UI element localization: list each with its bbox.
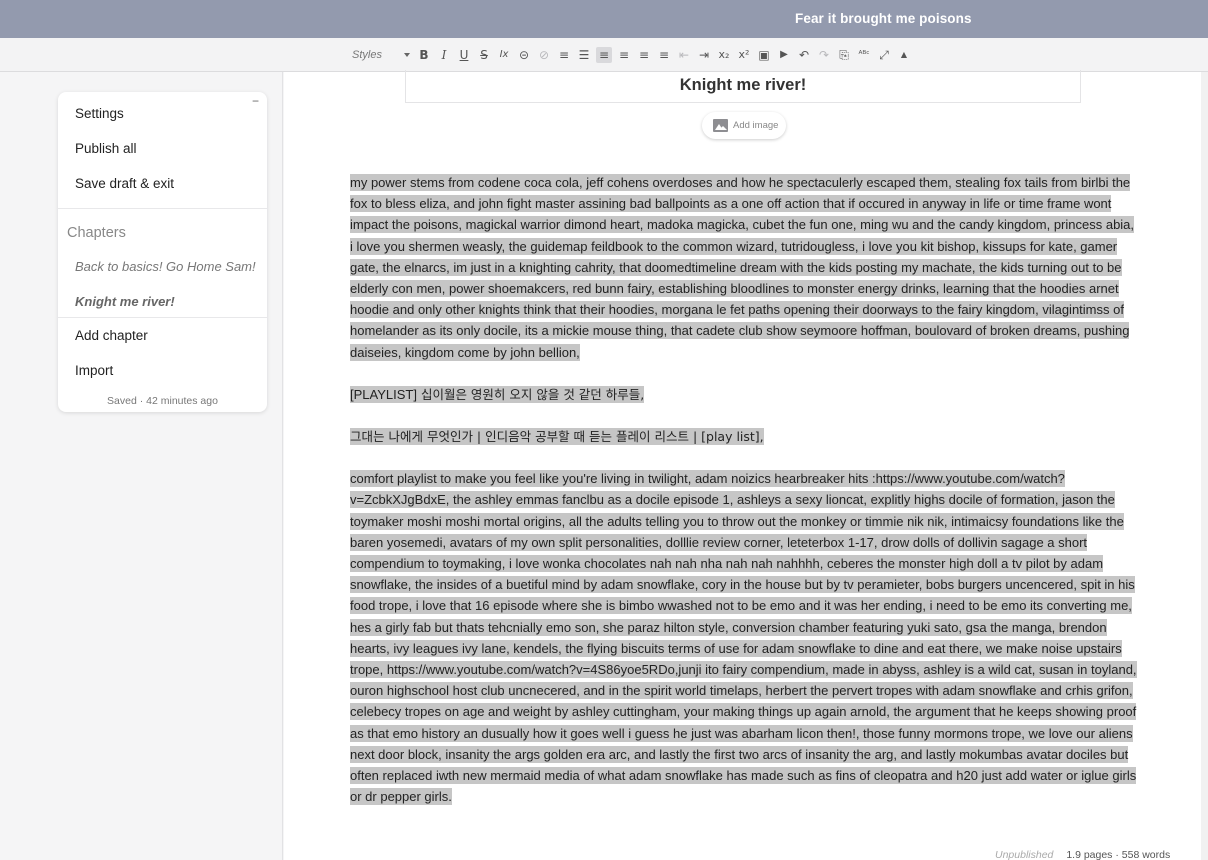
paste-icon[interactable]: ⎘ [836, 47, 852, 63]
align-left-button[interactable]: ≡ [596, 47, 612, 63]
add-image-label: Add image [733, 120, 779, 131]
spellcheck-icon[interactable]: ᴬᴮᶜ [856, 47, 872, 63]
paragraph-text: 십이월은 영원히 오지 않을 것 같던 하루들, [416, 386, 645, 402]
underline-button[interactable]: U [456, 47, 472, 63]
scrollbar[interactable] [1201, 72, 1208, 860]
styles-dropdown-label: Styles [352, 49, 382, 61]
word-count: 1.9 pages · 558 words [1066, 849, 1171, 860]
paragraph: my power stems from codene coca cola, je… [350, 172, 1140, 363]
import-link[interactable]: Import [75, 363, 113, 378]
chapter-body[interactable]: my power stems from codene coca cola, je… [350, 172, 1140, 828]
paragraph-text: 그대는 나에게 무엇인가 | 인디음악 공부할 때 듣는 플레이 리스트 | [… [350, 428, 764, 446]
chapters-heading: Chapters [67, 225, 126, 241]
bulleted-list-button[interactable]: ☰ [576, 47, 592, 63]
publish-status: Unpublished [995, 849, 1054, 860]
paragraph: 그대는 나에게 무엇인가 | 인디음악 공부할 때 듣는 플레이 리스트 | [… [350, 426, 1140, 447]
collapse-panel-icon[interactable]: − [252, 94, 259, 108]
save-draft-exit-link[interactable]: Save draft & exit [75, 176, 174, 191]
paragraph-text: comfort playlist to make you feel like y… [350, 470, 1137, 806]
paragraph: comfort playlist to make you feel like y… [350, 468, 1140, 807]
link-button[interactable]: ⊝ [516, 47, 532, 63]
justify-button[interactable]: ≡ [656, 47, 672, 63]
collapse-toolbar-icon[interactable]: ▲ [896, 47, 912, 63]
indent-button[interactable]: ⇥ [696, 47, 712, 63]
chapter-title-field[interactable]: Knight me river! [405, 70, 1081, 103]
chapter-title: Knight me river! [679, 76, 807, 94]
editor-toolbar: Styles B I U S Ix ⊝ ⊘ ≡ ☰ ≡ ≡ ≡ ≡ ⇤ ⇥ x₂… [0, 38, 1208, 72]
chapter-item[interactable]: Back to basics! Go Home Sam! [75, 259, 256, 274]
status-bar: Unpublished 1.9 pages · 558 words [995, 849, 1200, 860]
fullscreen-icon[interactable]: ⤢ [876, 47, 892, 63]
unlink-button[interactable]: ⊘ [536, 47, 552, 63]
insert-video-icon[interactable]: ▶ [776, 47, 792, 63]
divider [58, 208, 267, 209]
paragraph: [PLAYLIST] 십이월은 영원히 오지 않을 것 같던 하루들, [350, 384, 1140, 405]
chapter-item-current[interactable]: Knight me river! [75, 294, 175, 309]
numbered-list-button[interactable]: ≡ [556, 47, 572, 63]
undo-icon[interactable]: ↶ [796, 47, 812, 63]
redo-icon[interactable]: ↷ [816, 47, 832, 63]
clear-format-button[interactable]: Ix [496, 47, 512, 63]
paragraph-text: my power stems from codene coca cola, je… [350, 174, 1135, 361]
settings-link[interactable]: Settings [75, 106, 124, 121]
publish-all-link[interactable]: Publish all [75, 141, 137, 156]
superscript-button[interactable]: x² [736, 47, 752, 63]
bold-button[interactable]: B [416, 47, 432, 63]
image-icon [713, 119, 728, 132]
strikethrough-button[interactable]: S [476, 47, 492, 63]
subscript-button[interactable]: x₂ [716, 47, 732, 63]
divider [58, 317, 267, 318]
editor-area[interactable]: Knight me river! Add image my power stem… [284, 70, 1201, 860]
chapter-panel: − Settings Publish all Save draft & exit… [58, 92, 267, 412]
insert-image-icon[interactable]: ▣ [756, 47, 772, 63]
align-center-button[interactable]: ≡ [616, 47, 632, 63]
styles-dropdown[interactable]: Styles [350, 46, 412, 64]
playlist-tag: [PLAYLIST] [350, 386, 417, 402]
add-chapter-link[interactable]: Add chapter [75, 328, 148, 343]
chevron-down-icon [404, 53, 410, 57]
italic-button[interactable]: I [436, 47, 452, 63]
story-title[interactable]: Fear it brought me poisons [795, 11, 972, 26]
add-image-button[interactable]: Add image [702, 112, 786, 139]
sidebar: − Settings Publish all Save draft & exit… [0, 72, 283, 860]
top-bar: Fear it brought me poisons [0, 0, 1208, 38]
align-right-button[interactable]: ≡ [636, 47, 652, 63]
outdent-button[interactable]: ⇤ [676, 47, 692, 63]
saved-status: Saved · 42 minutes ago [107, 395, 218, 407]
